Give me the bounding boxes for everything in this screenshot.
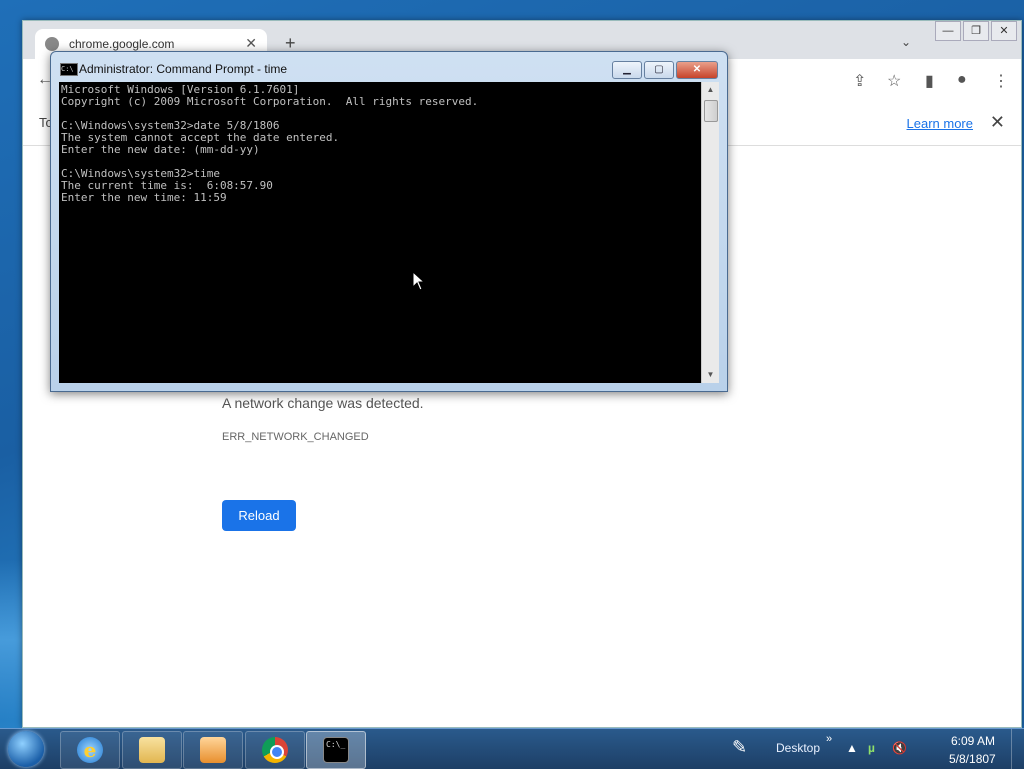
folder-icon bbox=[139, 737, 165, 763]
tab-search-icon[interactable]: ⌄ bbox=[901, 35, 911, 49]
reload-button[interactable]: Reload bbox=[222, 500, 296, 531]
close-button[interactable]: ✕ bbox=[991, 21, 1017, 41]
share-icon[interactable]: ⇪ bbox=[853, 71, 866, 91]
taskbar-explorer[interactable] bbox=[122, 731, 182, 769]
console-line: Copyright (c) 2009 Microsoft Corporation… bbox=[61, 95, 479, 108]
scroll-thumb[interactable] bbox=[704, 100, 718, 122]
command-prompt-window: C:\ Administrator: Command Prompt - time… bbox=[50, 51, 728, 392]
desktop-toolbar-label[interactable]: Desktop bbox=[776, 741, 820, 755]
globe-icon bbox=[45, 37, 59, 51]
utorrent-icon[interactable]: µ bbox=[868, 741, 875, 755]
show-desktop-button[interactable] bbox=[1011, 729, 1024, 769]
start-button[interactable] bbox=[8, 731, 44, 767]
error-code: ERR_NETWORK_CHANGED bbox=[222, 431, 369, 443]
star-icon[interactable]: ☆ bbox=[887, 71, 901, 91]
clock-time[interactable]: 6:09 AM bbox=[951, 734, 995, 748]
console-line: Enter the new time: 11:59 bbox=[61, 191, 227, 204]
infobar-close-icon[interactable]: ✕ bbox=[990, 112, 1005, 133]
console-line: Enter the new date: (mm-dd-yy) bbox=[61, 143, 260, 156]
chrome-window-controls: — ❐ ✕ bbox=[935, 21, 1017, 41]
cmd-maximize-button[interactable]: ▢ bbox=[644, 61, 674, 79]
error-message: A network change was detected. bbox=[222, 395, 424, 411]
tab-title: chrome.google.com bbox=[69, 37, 175, 51]
taskbar-chrome[interactable] bbox=[245, 731, 305, 769]
profile-icon[interactable]: ● bbox=[957, 71, 967, 89]
taskbar-cmd[interactable]: C:\_ bbox=[306, 731, 366, 769]
cmd-close-button[interactable]: ✕ bbox=[676, 61, 718, 79]
taskbar-ie[interactable]: e bbox=[60, 731, 120, 769]
cmd-title: Administrator: Command Prompt - time bbox=[79, 62, 288, 76]
maximize-button[interactable]: ❐ bbox=[963, 21, 989, 41]
clock-date[interactable]: 5/8/1807 bbox=[949, 752, 996, 766]
learn-more-link[interactable]: Learn more bbox=[907, 116, 973, 131]
tab-close-icon[interactable]: ✕ bbox=[245, 35, 257, 52]
console-scrollbar[interactable]: ▲ ▼ bbox=[701, 82, 719, 383]
taskbar: e C:\_ ✎ Desktop » ▲ µ 🔇 6:09 AM 5/8/180… bbox=[0, 728, 1024, 769]
volume-muted-icon[interactable]: 🔇 bbox=[892, 741, 907, 755]
cmd-minimize-button[interactable]: ▁ bbox=[612, 61, 642, 79]
scroll-up-icon[interactable]: ▲ bbox=[702, 82, 719, 98]
media-player-icon bbox=[200, 737, 226, 763]
console-text: Microsoft Windows [Version 6.1.7601] Cop… bbox=[59, 82, 701, 206]
menu-icon[interactable]: ⋮ bbox=[993, 71, 1009, 91]
mouse-pointer-icon bbox=[412, 271, 426, 291]
scroll-down-icon[interactable]: ▼ bbox=[702, 367, 719, 383]
cmd-taskbar-icon: C:\_ bbox=[323, 737, 349, 763]
minimize-button[interactable]: — bbox=[935, 21, 961, 41]
taskbar-media-player[interactable] bbox=[183, 731, 243, 769]
desktop-toolbar-chevron[interactable]: » bbox=[826, 733, 832, 745]
pen-tablet-icon[interactable]: ✎ bbox=[732, 737, 747, 758]
show-hidden-icons[interactable]: ▲ bbox=[846, 741, 858, 755]
internet-explorer-icon: e bbox=[77, 737, 103, 763]
cmd-icon: C:\ bbox=[60, 63, 78, 76]
console-output[interactable]: Microsoft Windows [Version 6.1.7601] Cop… bbox=[59, 82, 701, 383]
cmd-window-controls: ▁ ▢ ✕ bbox=[612, 61, 718, 79]
side-panel-icon[interactable]: ▮ bbox=[925, 71, 934, 91]
chrome-icon bbox=[262, 737, 288, 763]
